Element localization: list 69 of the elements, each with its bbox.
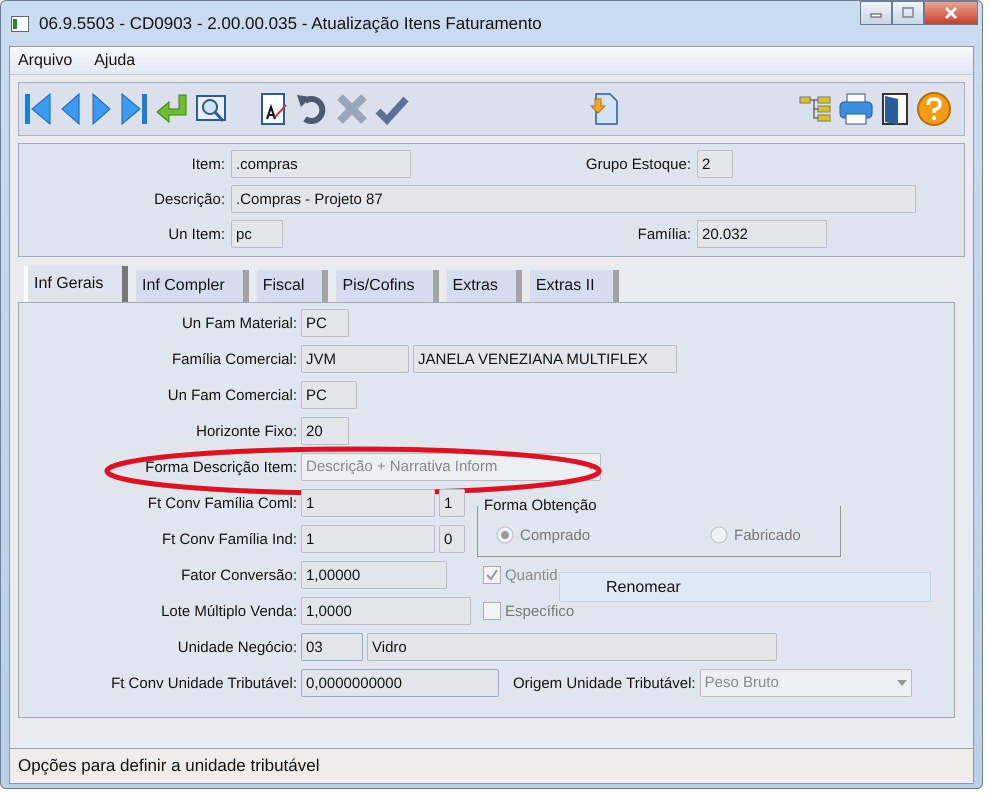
- tab[interactable]: Extras II: [526, 270, 619, 302]
- input-field[interactable]: PC: [301, 381, 357, 409]
- field-label: Item:: [192, 156, 225, 172]
- field-label: Unidade Negócio:: [176, 638, 297, 656]
- tab[interactable]: Inf Gerais: [24, 266, 128, 302]
- status-text: Opções para definir a unidade tributável: [18, 756, 320, 776]
- tab[interactable]: Pis/Cofins: [332, 270, 439, 302]
- field-label: Ft Conv Família Ind:: [160, 530, 297, 548]
- field-label: Un Fam Comercial:: [166, 386, 297, 404]
- field-label: Forma Descrição Item:: [144, 458, 297, 476]
- field-label: Grupo Estoque:: [586, 156, 691, 172]
- input-field[interactable]: 20.032: [697, 220, 827, 248]
- last-record-icon[interactable]: [119, 91, 149, 127]
- maximize-icon: [901, 7, 915, 19]
- input-field[interactable]: 20: [301, 417, 349, 445]
- exit-door-icon[interactable]: [880, 91, 910, 127]
- field-label: Un Fam Material:: [180, 314, 297, 332]
- minimize-button[interactable]: [860, 1, 892, 25]
- input-field[interactable]: 1: [301, 525, 435, 553]
- field-label: Família Comercial:: [170, 350, 297, 368]
- field-label: Ft Conv Família Coml:: [146, 494, 297, 512]
- input-field[interactable]: .Compras - Projeto 87: [231, 185, 916, 213]
- input-field[interactable]: 1: [439, 489, 465, 517]
- field-label: Un Item:: [168, 226, 225, 242]
- caret-icon: [896, 680, 907, 686]
- close-button[interactable]: [924, 1, 978, 25]
- radio-button[interactable]: Comprado: [496, 526, 590, 544]
- input-field[interactable]: 0,0000000000: [301, 669, 499, 697]
- radio-icon: [710, 526, 728, 544]
- input-field[interactable]: pc: [231, 220, 283, 248]
- close-icon: [943, 6, 959, 20]
- field-label: Família:: [638, 226, 691, 242]
- tab[interactable]: Extras: [442, 270, 522, 302]
- input-field[interactable]: PC: [301, 309, 349, 337]
- help-icon[interactable]: [916, 91, 952, 127]
- input-field[interactable]: 1,0000: [301, 597, 471, 625]
- radio-button[interactable]: Fabricado: [710, 526, 801, 544]
- input-field[interactable]: Vidro: [367, 633, 777, 661]
- window-title: 06.9.5503 - CD0903 - 2.00.00.035 - Atualização Itens Faturamento: [39, 14, 542, 34]
- input-field[interactable]: 1: [301, 489, 435, 517]
- input-field[interactable]: JVM: [301, 345, 409, 373]
- field-label: Lote Múltiplo Venda:: [160, 602, 297, 620]
- print-icon[interactable]: [838, 91, 874, 127]
- menu-item[interactable]: Ajuda: [94, 52, 136, 70]
- checkbox-icon: [483, 566, 501, 584]
- field-label: Descrição:: [154, 190, 225, 208]
- input-field[interactable]: JANELA VENEZIANA MULTIFLEX: [413, 345, 677, 373]
- edit-document-icon[interactable]: [259, 91, 289, 127]
- app-icon: [11, 16, 29, 32]
- checkbox-icon: [483, 602, 501, 620]
- field-label: Ft Conv Unidade Tributável:: [110, 674, 297, 692]
- menu-item[interactable]: Arquivo: [18, 52, 72, 70]
- input-field[interactable]: .compras: [231, 150, 411, 178]
- checkbox[interactable]: Específico: [483, 602, 574, 620]
- input-field[interactable]: 03: [301, 633, 363, 661]
- radio-icon: [496, 526, 514, 544]
- field-label: Origem Unidade Tributável:: [513, 674, 696, 692]
- first-record-icon[interactable]: [23, 91, 53, 127]
- field-label: Fator Conversão:: [180, 566, 297, 584]
- field-label: Horizonte Fixo:: [195, 422, 297, 440]
- tab[interactable]: Inf Compler: [132, 270, 249, 302]
- input-field[interactable]: 2: [697, 150, 733, 178]
- upload-document-icon[interactable]: [588, 91, 620, 127]
- input-field[interactable]: 1,00000: [301, 561, 447, 589]
- input-field[interactable]: 0: [439, 525, 465, 553]
- group-title: Forma Obtenção: [483, 497, 598, 514]
- tab[interactable]: Fiscal: [252, 270, 328, 302]
- tooltip: Renomear: [559, 572, 931, 602]
- maximize-button[interactable]: [892, 1, 924, 25]
